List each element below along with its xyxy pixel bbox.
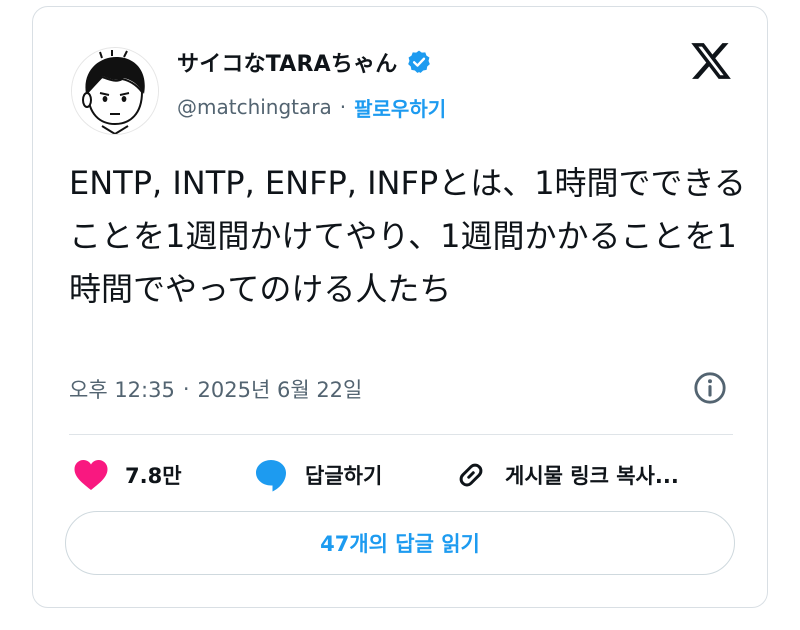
reply-label: 답글하기 [305, 464, 383, 488]
tweet-text: ENTP, INTP, ENFP, INFPとは、1時間でできることを1週間かけ… [69, 164, 746, 308]
tweet-date: 2025년 6월 22일 [197, 378, 363, 402]
tweet-time: 오후 12:35 [69, 378, 175, 402]
author-name-row: サイコなTARAちゃん [177, 45, 432, 79]
verified-badge-icon [407, 50, 430, 73]
copy-link-label: 게시물 링크 복사... [505, 464, 679, 488]
display-name[interactable]: サイコなTARAちゃん [177, 46, 398, 78]
reply-button[interactable]: 답글하기 [253, 455, 382, 495]
info-icon[interactable] [693, 371, 727, 405]
divider [69, 434, 733, 435]
avatar[interactable] [71, 47, 159, 135]
author-handle[interactable]: @matchingtara [177, 95, 332, 119]
x-logo-icon[interactable] [689, 39, 733, 83]
read-replies-button[interactable]: 47개의 답글 읽기 [65, 511, 735, 575]
timestamp-separator: · [182, 377, 190, 401]
speech-bubble-icon [256, 460, 286, 492]
tweet-card: サイコなTARAちゃん @matchingtara · 팔로우하기 ENTP, … [32, 6, 768, 608]
link-icon [459, 463, 483, 487]
handle-separator: · [339, 95, 347, 119]
follow-button[interactable]: 팔로우하기 [354, 93, 446, 122]
like-count: 7.8만 [125, 464, 182, 488]
heart-icon [74, 460, 108, 490]
copy-link-button[interactable]: 게시물 링크 복사... [453, 455, 679, 495]
cartoon-boy-avatar-icon [72, 48, 158, 134]
author-handle-row: @matchingtara · 팔로우하기 [177, 91, 446, 123]
like-button[interactable]: 7.8만 [73, 455, 182, 495]
tweet-timestamp[interactable]: 오후 12:35 · 2025년 6월 22일 [69, 372, 362, 406]
